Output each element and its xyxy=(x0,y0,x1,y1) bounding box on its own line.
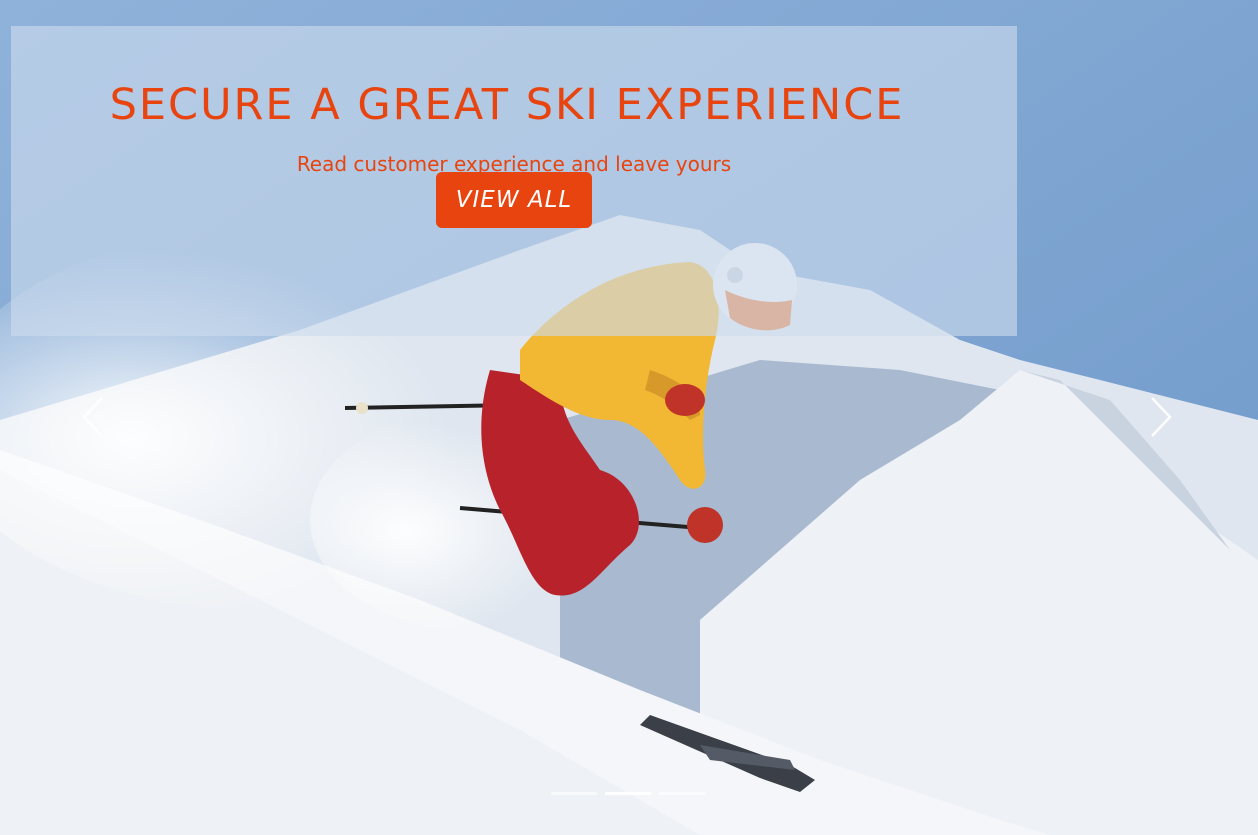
hero-carousel: SECURE A GREAT SKI EXPERIENCE Read custo… xyxy=(0,0,1258,835)
carousel-indicator-3[interactable] xyxy=(659,792,705,795)
chevron-left-icon xyxy=(82,397,103,437)
hero-title: SECURE A GREAT SKI EXPERIENCE xyxy=(109,80,905,130)
carousel-indicators xyxy=(551,792,705,795)
carousel-indicator-1[interactable] xyxy=(551,792,597,795)
carousel-prev-button[interactable] xyxy=(72,392,112,442)
chevron-right-icon xyxy=(1151,397,1172,437)
carousel-next-button[interactable] xyxy=(1142,392,1182,442)
carousel-indicator-2[interactable] xyxy=(605,792,651,795)
view-all-button[interactable]: VIEW ALL xyxy=(436,172,592,228)
